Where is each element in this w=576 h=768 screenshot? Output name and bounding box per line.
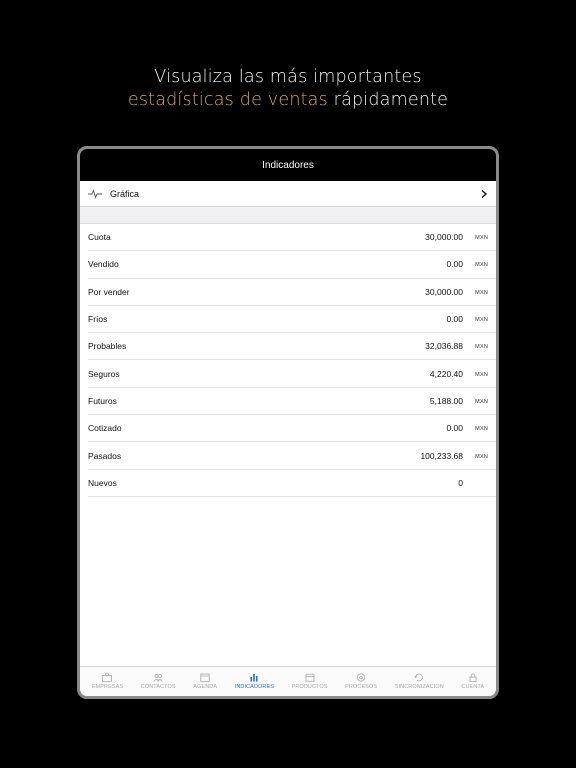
tab-empresas[interactable]: EMPRESAS <box>83 667 132 696</box>
tab-sincronizacion[interactable]: SINCRONIZACION <box>386 667 453 696</box>
indicator-row-nuevos[interactable]: Nuevos 0 <box>88 470 496 497</box>
pulse-icon <box>88 188 102 199</box>
currency-label: MXN <box>475 235 488 242</box>
currency-label: MXN <box>475 399 488 406</box>
indicator-value: 32,036.88 <box>425 341 463 352</box>
tab-contactos[interactable]: CONTACTOS <box>132 667 185 696</box>
tab-productos[interactable]: PRODUCTOS <box>283 667 337 696</box>
currency-label: MXN <box>475 453 488 460</box>
tab-indicadores[interactable]: INDICADORES <box>226 667 283 696</box>
lock-icon <box>469 673 477 682</box>
bar-chart-icon <box>250 674 258 682</box>
tab-label: AGENDA <box>193 684 218 690</box>
briefcase-icon <box>102 673 113 682</box>
indicator-name: Fríos <box>88 314 108 325</box>
indicator-value: 0.00 <box>446 423 463 434</box>
promo-line-2: estadísticas de ventas rápidamente <box>0 89 576 112</box>
indicator-row-seguros[interactable]: Seguros 4,220.40 MXN <box>88 360 496 388</box>
box-icon <box>305 673 314 682</box>
promo-rest-text: rápidamente <box>327 90 449 110</box>
indicator-row-futuros[interactable]: Futuros 5,188.00 MXN <box>88 388 496 416</box>
tab-agenda[interactable]: AGENDA <box>184 667 225 696</box>
currency-label: MXN <box>475 344 488 351</box>
indicator-name: Cotizado <box>88 423 122 434</box>
graph-label: Gráfica <box>110 188 140 199</box>
tab-label: PRODUCTOS <box>291 684 328 690</box>
currency-label: MXN <box>475 289 488 296</box>
indicator-row-frios[interactable]: Fríos 0.00 MXN <box>88 306 496 334</box>
indicator-row-pasados[interactable]: Pasados 100,233.68 MXN <box>88 442 496 470</box>
indicator-value: 5,188.00 <box>429 395 463 406</box>
tab-label: CUENTA <box>461 684 485 690</box>
tab-label: EMPRESAS <box>91 684 124 690</box>
tab-label: PROCESOS <box>345 684 378 690</box>
indicator-value: 0.00 <box>446 314 463 325</box>
tablet-frame: Indicadores Gráfica Cuota 30,000.00 MXN … <box>77 146 499 699</box>
tab-label: SINCRONIZACION <box>394 684 444 690</box>
navigation-bar: Indicadores <box>80 149 496 181</box>
tab-bar: EMPRESAS CONTACTOS AGENDA INDICADORES PR… <box>80 666 496 696</box>
indicator-row-por-vender[interactable]: Por vender 30,000.00 MXN <box>88 279 496 306</box>
indicator-value: 30,000.00 <box>425 286 463 297</box>
currency-label: MXN <box>475 371 488 378</box>
indicator-value: 4,220.40 <box>429 368 463 379</box>
indicator-value: 100,233.68 <box>420 450 463 461</box>
tab-procesos[interactable]: PROCESOS <box>336 667 386 696</box>
indicator-row-vendido[interactable]: Vendido 0.00 MXN <box>88 251 496 279</box>
promo-line-1: Visualiza las más importantes <box>154 67 422 87</box>
currency-label: MXN <box>475 262 488 269</box>
graph-row[interactable]: Gráfica <box>80 181 496 207</box>
chevron-right-icon <box>481 189 488 198</box>
indicator-list: Cuota 30,000.00 MXN Vendido 0.00 MXN Por… <box>80 224 496 497</box>
section-separator <box>80 207 496 224</box>
people-icon <box>153 673 163 682</box>
currency-label: MXN <box>475 317 488 324</box>
indicator-row-cuota[interactable]: Cuota 30,000.00 MXN <box>88 224 496 252</box>
tab-cuenta[interactable]: CUENTA <box>453 667 493 696</box>
tab-label: INDICADORES <box>234 684 275 690</box>
app-screen: Indicadores Gráfica Cuota 30,000.00 MXN … <box>80 149 496 696</box>
promo-accent-text: estadísticas de ventas <box>127 90 328 110</box>
indicator-value: 0.00 <box>446 259 463 270</box>
calendar-icon <box>200 673 210 682</box>
indicator-row-cotizado[interactable]: Cotizado 0.00 MXN <box>88 415 496 443</box>
page-title: Indicadores <box>262 160 314 171</box>
gear-icon <box>357 673 366 682</box>
indicator-name: Nuevos <box>88 477 117 488</box>
currency-label: MXN <box>475 426 488 433</box>
indicator-value: 0 <box>458 477 463 488</box>
promo-headline: Visualiza las más importantes estadístic… <box>0 66 576 112</box>
sync-icon <box>414 673 424 682</box>
indicator-name: Vendido <box>88 259 119 270</box>
indicator-value: 30,000.00 <box>425 232 463 243</box>
tab-label: CONTACTOS <box>140 684 176 690</box>
indicator-row-probables[interactable]: Probables 32,036.88 MXN <box>88 333 496 361</box>
